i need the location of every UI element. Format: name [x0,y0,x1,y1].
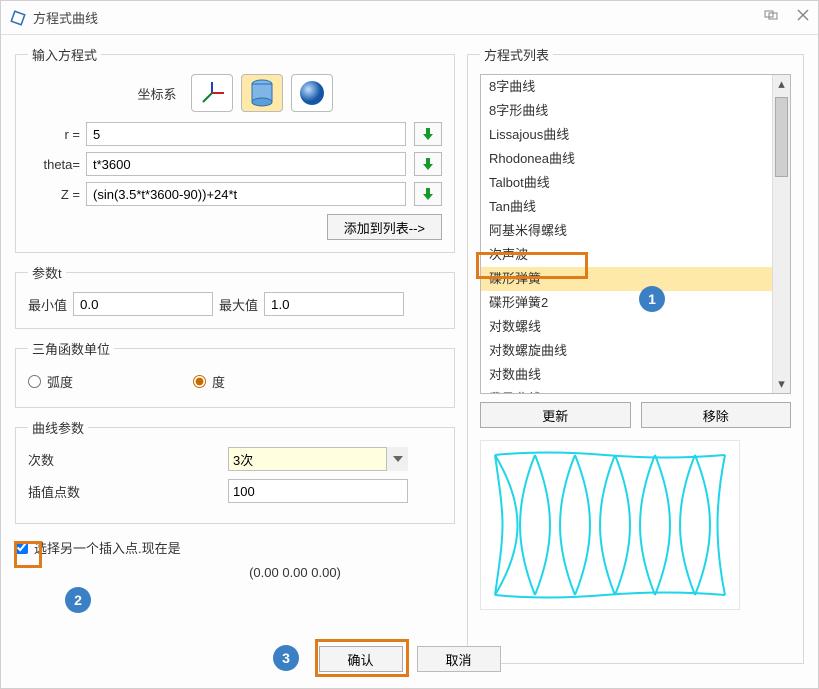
insert-coords: (0.00 0.00 0.00) [135,565,455,580]
coord-cylinder-icon[interactable] [241,74,283,112]
list-item[interactable]: 碟形弹簧 [481,267,772,291]
scroll-down-icon[interactable]: ▾ [773,375,790,393]
list-group: 方程式列表 8字曲线8字形曲线Lissajous曲线Rhodonea曲线Talb… [467,45,804,664]
eq-input-r[interactable] [86,122,406,146]
interp-input[interactable] [228,479,408,503]
trig-group: 三角函数单位 弧度 度 [15,339,455,408]
equation-group: 输入方程式 坐标系 r = [15,45,455,253]
dialog-window: 方程式曲线 输入方程式 坐标系 [0,0,819,689]
max-label: 最大值 [219,295,258,314]
eq-input-theta[interactable] [86,152,406,176]
min-input[interactable] [73,292,213,316]
radian-radio[interactable] [28,375,41,388]
help-icon[interactable] [764,9,778,24]
list-item[interactable]: 阿基米得螺线 [481,219,772,243]
order-select[interactable] [228,447,408,471]
list-item[interactable]: Talbot曲线 [481,171,772,195]
list-item[interactable]: 次声波 [481,243,772,267]
list-legend: 方程式列表 [480,45,553,64]
list-item[interactable]: 8字曲线 [481,75,772,99]
radian-radio-label[interactable]: 弧度 [28,372,73,391]
trig-legend: 三角函数单位 [28,339,114,358]
curve-preview [480,440,740,610]
list-item[interactable]: 费马曲线 [481,387,772,393]
paramt-group: 参数t 最小值 最大值 [15,263,455,329]
list-scrollbar[interactable]: ▴ ▾ [772,75,790,393]
coord-label: 坐标系 [137,84,176,103]
equation-legend: 输入方程式 [28,45,101,64]
eq-label-theta: theta= [28,157,80,172]
eq-down-btn-r[interactable] [414,122,442,146]
paramt-legend: 参数t [28,263,66,282]
degree-radio-label[interactable]: 度 [193,372,225,391]
scroll-up-icon[interactable]: ▴ [773,75,790,93]
equation-listbox[interactable]: 8字曲线8字形曲线Lissajous曲线Rhodonea曲线Talbot曲线Ta… [480,74,791,394]
degree-radio[interactable] [193,375,206,388]
curve-group: 曲线参数 次数 插值点数 [15,418,455,524]
scroll-thumb[interactable] [775,97,788,177]
list-item[interactable]: 对数螺旋曲线 [481,339,772,363]
eq-input-z[interactable] [86,182,406,206]
window-title: 方程式曲线 [33,8,98,27]
list-item[interactable]: 对数曲线 [481,363,772,387]
order-label: 次数 [28,450,228,469]
remove-button[interactable]: 移除 [641,402,792,428]
list-item[interactable]: Lissajous曲线 [481,123,772,147]
interp-label: 插值点数 [28,482,228,501]
coord-xyz-icon[interactable] [191,74,233,112]
insert-point-label: 选择另一个插入点.现在是 [34,538,181,557]
list-item[interactable]: 对数螺线 [481,315,772,339]
titlebar: 方程式曲线 [1,1,818,35]
list-item[interactable]: 碟形弹簧2 [481,291,772,315]
app-icon [9,9,27,27]
cancel-button[interactable]: 取消 [417,646,501,672]
chevron-down-icon[interactable] [386,447,408,471]
eq-down-btn-theta[interactable] [414,152,442,176]
update-button[interactable]: 更新 [480,402,631,428]
max-input[interactable] [264,292,404,316]
min-label: 最小值 [28,295,67,314]
close-icon[interactable] [796,9,810,24]
list-item[interactable]: Tan曲线 [481,195,772,219]
eq-label-r: r = [28,127,80,142]
list-item[interactable]: Rhodonea曲线 [481,147,772,171]
list-item[interactable]: 8字形曲线 [481,99,772,123]
ok-button[interactable]: 确认 [319,646,403,672]
insert-point-checkbox[interactable] [15,541,28,554]
coord-sphere-icon[interactable] [291,74,333,112]
eq-label-z: Z = [28,187,80,202]
eq-down-btn-z[interactable] [414,182,442,206]
add-to-list-button[interactable]: 添加到列表--> [327,214,442,240]
curve-legend: 曲线参数 [28,418,88,437]
